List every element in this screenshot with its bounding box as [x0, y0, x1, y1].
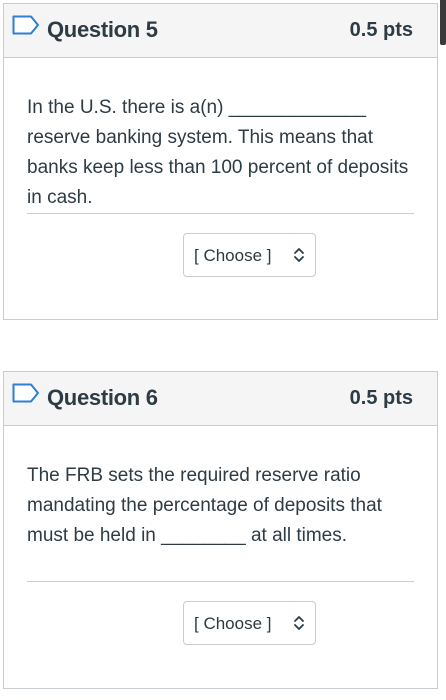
- answer-select-value: [ Choose ]: [194, 614, 272, 633]
- bookmark-flag-icon[interactable]: [12, 15, 40, 35]
- window-scrollbar-edge: [440, 0, 446, 45]
- question-title: Question 5: [47, 17, 158, 42]
- question-text: The FRB sets the required reserve ratio …: [27, 465, 382, 546]
- divider: [27, 213, 414, 214]
- bookmark-flag-icon[interactable]: [12, 383, 40, 403]
- answer-select-value: [ Choose ]: [194, 246, 272, 265]
- question-title: Question 6: [47, 385, 158, 410]
- question-points: 0.5 pts: [349, 387, 413, 409]
- answer-select[interactable]: [ Choose ]: [183, 601, 316, 645]
- question-card-5: Question 5 0.5 pts In the U.S. there is …: [3, 3, 438, 320]
- question-points: 0.5 pts: [349, 19, 413, 41]
- question-header: Question 6 0.5 pts: [4, 372, 437, 426]
- question-card-6: Question 6 0.5 pts The FRB sets the requ…: [3, 371, 438, 689]
- question-text: In the U.S. there is a(n) _____________ …: [27, 97, 409, 208]
- up-down-chevron-icon: [294, 616, 304, 630]
- answer-select[interactable]: [ Choose ]: [183, 233, 316, 277]
- up-down-chevron-icon: [294, 248, 304, 262]
- divider: [27, 581, 414, 582]
- question-header: Question 5 0.5 pts: [4, 4, 437, 58]
